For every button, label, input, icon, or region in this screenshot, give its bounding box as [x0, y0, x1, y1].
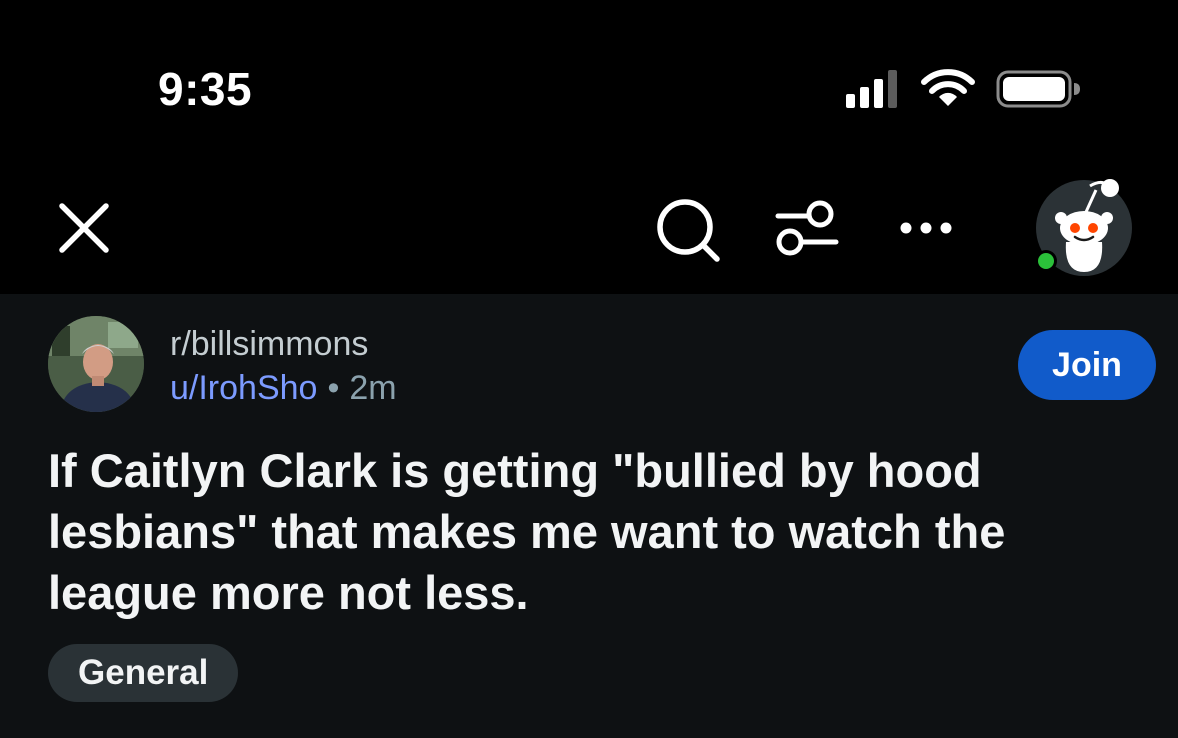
- wifi-icon: [921, 69, 975, 106]
- top-nav-bar: [0, 160, 1178, 294]
- community-avatar-image: [48, 316, 144, 412]
- community-name[interactable]: r/billsimmons: [170, 324, 368, 364]
- post-flair[interactable]: General: [48, 644, 239, 702]
- post-title[interactable]: If Caitlyn Clark is getting "bullied by …: [48, 440, 1138, 623]
- user-avatar-icon[interactable]: [1030, 176, 1140, 286]
- post-header: r/billsimmons u/IrohSho • 2m Join If Caitl…: [0, 294, 1178, 738]
- author-link[interactable]: u/IrohSho: [170, 369, 317, 407]
- post-age: 2m: [349, 369, 397, 407]
- online-status-dot: [1038, 253, 1054, 269]
- status-bar: 9:35: [0, 0, 1178, 160]
- more-options-icon[interactable]: [896, 218, 956, 238]
- join-button[interactable]: Join: [1018, 330, 1156, 400]
- close-icon[interactable]: [54, 198, 114, 258]
- meta-separator: •: [327, 369, 340, 407]
- sort-filter-icon[interactable]: [774, 196, 840, 262]
- status-time: 9:35: [158, 63, 253, 115]
- battery-icon: [996, 70, 1080, 108]
- cellular-signal-icon: [846, 70, 897, 108]
- post-meta: u/IrohSho • 2m: [170, 368, 397, 408]
- search-icon[interactable]: [654, 196, 724, 266]
- community-avatar[interactable]: [48, 316, 144, 412]
